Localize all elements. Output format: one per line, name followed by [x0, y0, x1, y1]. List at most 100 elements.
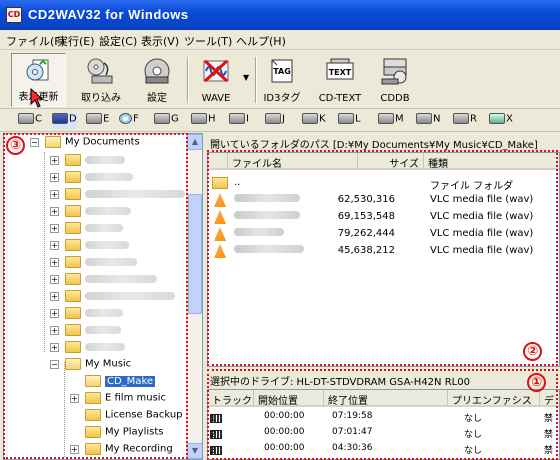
tree-item-blurred[interactable]: + [50, 154, 125, 170]
folder-icon [65, 290, 81, 302]
toolbar-separator [255, 57, 257, 103]
file-row[interactable]: 62,530,316 VLC media file (wav) [208, 191, 559, 208]
drive-g[interactable]: G [154, 113, 179, 129]
expand-icon[interactable]: + [70, 444, 79, 454]
menu-help[interactable]: ヘルプ(H) [236, 33, 286, 49]
expand-icon[interactable]: + [50, 291, 59, 301]
expand-icon[interactable]: + [50, 325, 59, 335]
expand-icon[interactable]: + [50, 155, 59, 165]
hard-drive-icon [229, 113, 245, 124]
expand-icon[interactable]: + [50, 240, 59, 250]
tree-item-blurred[interactable]: + [50, 171, 133, 187]
settings-button[interactable]: 設定 [134, 53, 180, 107]
drive-n[interactable]: N [416, 113, 440, 129]
vlc-file-icon [214, 244, 226, 258]
file-row-parent[interactable]: .. ファイル フォルダ [208, 174, 559, 192]
column-header-d[interactable]: デ [540, 390, 559, 407]
tree-item-my-documents[interactable]: − My Documents [30, 136, 140, 152]
tree-item-blurred[interactable]: + [50, 239, 129, 255]
menu-tools[interactable]: ツール(T) [184, 33, 232, 49]
column-header-end[interactable]: 終了位置 [324, 390, 448, 407]
tree-item-blurred[interactable]: + [50, 256, 137, 272]
file-row[interactable]: 69,153,548 VLC media file (wav) [208, 208, 559, 225]
blurred-filename [234, 228, 284, 236]
drive-f[interactable]: F [119, 113, 139, 129]
tree-item-blurred[interactable]: + [50, 222, 123, 238]
menu-execute[interactable]: 実行(E) [57, 33, 95, 49]
tree-item-license-backup[interactable]: License Backup [70, 409, 183, 425]
tree-item-cd-make[interactable]: CD_Make [70, 375, 156, 391]
expand-icon[interactable]: + [70, 393, 79, 403]
track-row[interactable]: 2 00:00:00 07:01:47 なし 禁 [208, 424, 559, 440]
folder-icon [65, 171, 81, 183]
column-header-track[interactable]: トラック [208, 390, 254, 407]
wave-button[interactable]: WAVE [192, 53, 240, 107]
menu-settings[interactable]: 設定(C) [99, 33, 137, 49]
title-bar[interactable]: CD CD2WAV32 for Windows [0, 0, 560, 30]
tree-item-my-music[interactable]: − My Music [50, 358, 131, 374]
rip-label: 取り込み [81, 93, 121, 104]
expand-icon[interactable]: + [50, 257, 59, 267]
drive-m[interactable]: M [378, 113, 404, 129]
drive-j[interactable]: J [265, 113, 285, 129]
tree-item-my-recording[interactable]: + My Recording [70, 443, 173, 459]
rip-button[interactable]: 取り込み [76, 53, 126, 107]
tree-item-blurred[interactable]: + [50, 324, 121, 340]
collapse-icon[interactable]: − [30, 137, 39, 147]
tree-item-my-playlists[interactable]: My Playlists [70, 426, 163, 442]
drive-x[interactable]: X [489, 113, 513, 129]
expand-icon[interactable]: + [50, 189, 59, 199]
annotation-badge-2: ② [523, 342, 542, 361]
tree-line [44, 152, 45, 352]
track-list[interactable]: トラック 開始位置 終了位置 プリエンファシス デ 1 00:00:00 07:… [207, 389, 560, 460]
tree-item-e-film-music[interactable]: + E film music [70, 392, 166, 408]
column-header-start[interactable]: 開始位置 [254, 390, 324, 407]
column-header-name[interactable]: ファイル名 [228, 153, 358, 170]
drive-d[interactable]: D [52, 113, 77, 129]
folder-icon [65, 205, 81, 217]
file-row[interactable]: 45,638,212 VLC media file (wav) [208, 242, 559, 259]
file-list[interactable]: ファイル名 サイズ 種類 .. ファイル フォルダ 62,530,316 VLC… [207, 152, 560, 367]
collapse-icon[interactable]: − [50, 359, 59, 369]
scroll-thumb[interactable] [188, 194, 202, 314]
column-header-size[interactable]: サイズ [358, 153, 424, 170]
refresh-disc-icon [26, 59, 48, 81]
expand-icon[interactable]: + [50, 342, 59, 352]
column-header-type[interactable]: 種類 [424, 153, 559, 170]
app-icon[interactable]: CD [6, 7, 22, 23]
tree-item-blurred[interactable]: + [50, 290, 175, 306]
tree-scrollbar[interactable]: ▲ ▼ [186, 134, 202, 459]
cddb-button[interactable]: CDDB [374, 53, 416, 107]
tree-item-blurred[interactable]: + [50, 341, 125, 357]
expand-icon[interactable]: + [50, 206, 59, 216]
track-row[interactable]: 1 00:00:00 07:19:58 なし 禁 [208, 408, 559, 424]
tree-item-blurred[interactable]: + [50, 307, 123, 323]
expand-icon[interactable]: + [50, 172, 59, 182]
tree-item-blurred[interactable]: + [50, 273, 157, 289]
tree-item-blurred[interactable]: + [50, 205, 131, 221]
track-row[interactable]: 3 00:00:00 04:30:36 なし 禁 [208, 440, 559, 456]
hard-drive-icon [302, 113, 318, 124]
menu-view[interactable]: 表示(V) [141, 33, 179, 49]
expand-icon[interactable]: + [50, 274, 59, 284]
drive-k[interactable]: K [302, 113, 326, 129]
wave-dropdown-icon[interactable]: ▼ [243, 73, 249, 82]
tree-item-blurred[interactable]: + [50, 188, 185, 204]
folder-icon [85, 443, 101, 455]
drive-r[interactable]: R [453, 113, 477, 129]
expand-icon[interactable]: + [50, 308, 59, 318]
cd-text-button[interactable]: TEXT CD-TEXT [310, 53, 370, 107]
scroll-up-icon[interactable]: ▲ [187, 134, 202, 150]
drive-e[interactable]: E [86, 113, 109, 129]
id3-tag-button[interactable]: TAG ID3タグ [260, 53, 304, 107]
expand-icon[interactable]: + [50, 223, 59, 233]
column-header-icon[interactable] [208, 153, 228, 170]
folder-tree[interactable]: − My Documents + + + + + + + + + + + + − M… [3, 133, 203, 460]
drive-l[interactable]: L [338, 113, 361, 129]
drive-i[interactable]: I [229, 113, 249, 129]
file-row[interactable]: 79,262,444 VLC media file (wav) [208, 225, 559, 242]
drive-c[interactable]: C [18, 113, 42, 129]
column-header-emphasis[interactable]: プリエンファシス [448, 390, 540, 407]
scroll-down-icon[interactable]: ▼ [187, 443, 202, 459]
drive-h[interactable]: H [191, 113, 216, 129]
